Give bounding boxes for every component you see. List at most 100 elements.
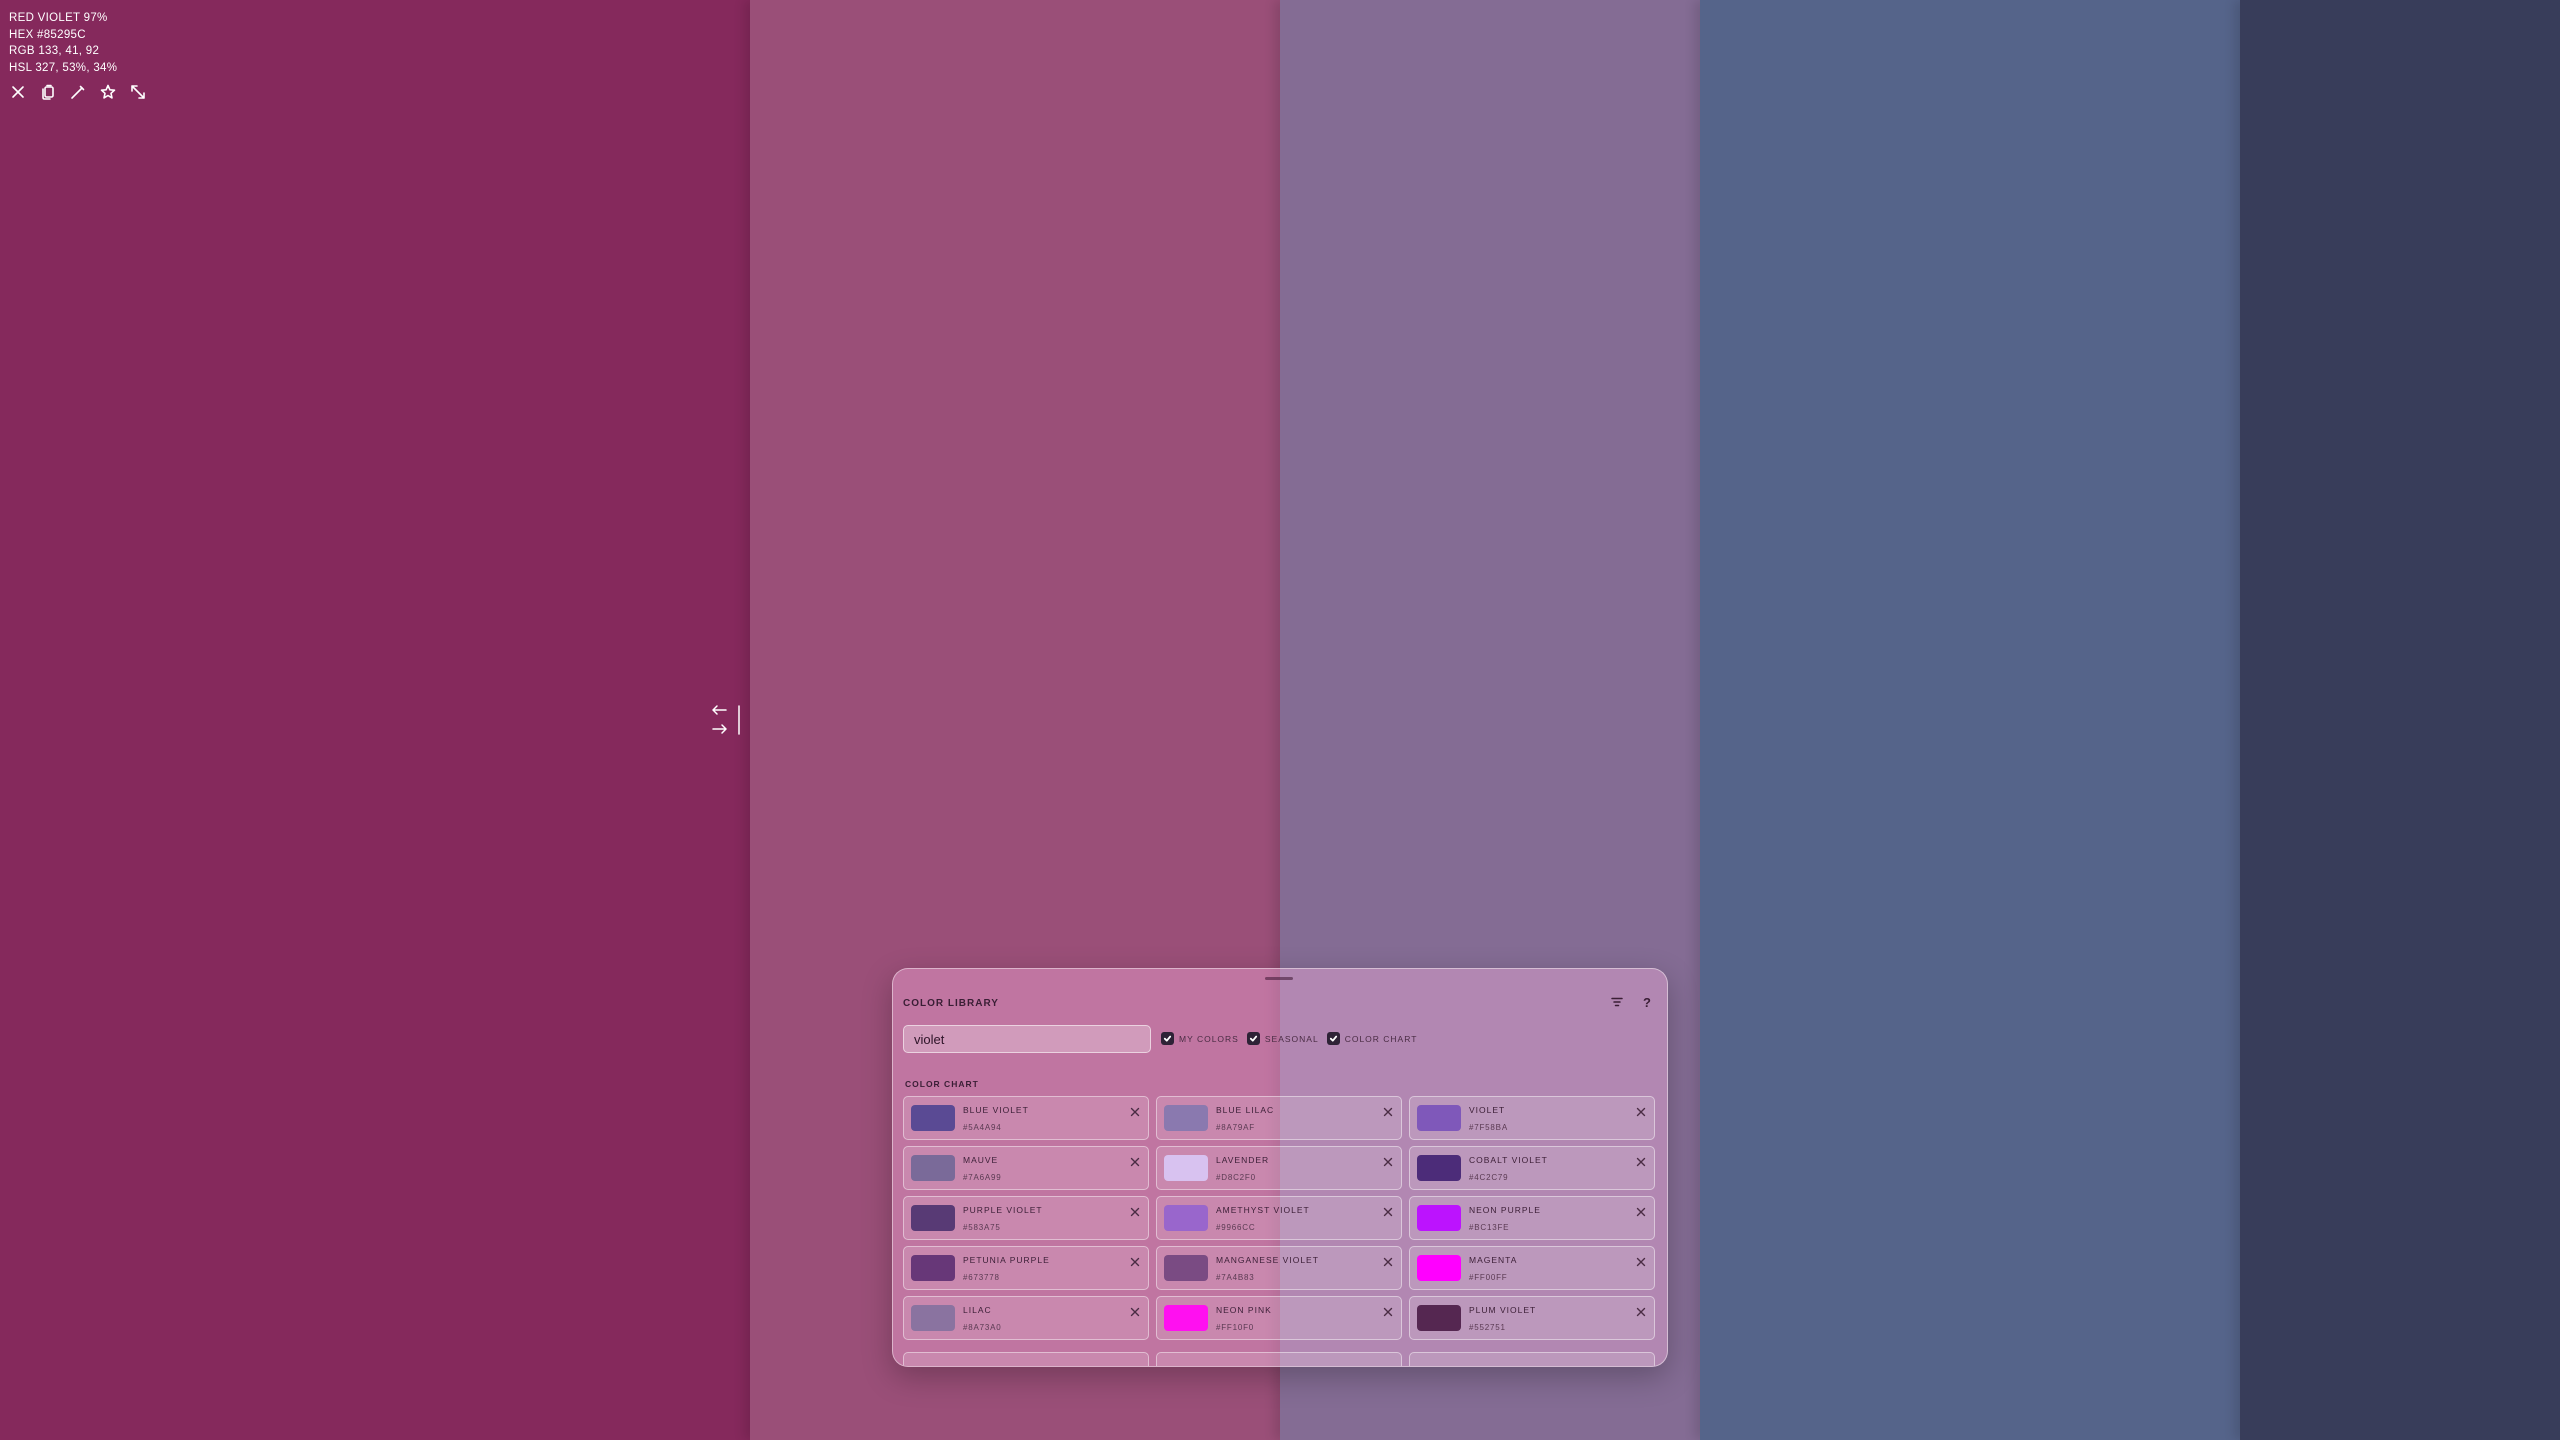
remove-color-button[interactable] xyxy=(1383,1304,1393,1317)
close-icon xyxy=(1636,1307,1646,1317)
color-swatch xyxy=(1417,1255,1461,1281)
background-color-panel[interactable] xyxy=(2240,0,2560,1440)
remove-color-button[interactable] xyxy=(1383,1204,1393,1217)
color-name: MAUVE xyxy=(963,1155,999,1165)
close-icon xyxy=(1130,1207,1140,1217)
color-card[interactable]: LAVENDER #D8C2F0 xyxy=(1156,1146,1402,1190)
close-button[interactable] xyxy=(9,82,27,102)
color-hex: #5A4A94 xyxy=(963,1123,1002,1132)
filter-checkbox[interactable]: COLOR CHART xyxy=(1326,1032,1418,1045)
close-icon xyxy=(1636,1257,1646,1267)
search-input[interactable] xyxy=(903,1025,1151,1053)
color-card[interactable]: LILAC #8A73A0 xyxy=(903,1296,1149,1340)
help-button[interactable]: ? xyxy=(1639,994,1655,1010)
remove-color-button[interactable] xyxy=(1383,1254,1393,1267)
close-icon xyxy=(1383,1107,1393,1117)
color-name: MANGANESE VIOLET xyxy=(1216,1255,1319,1265)
remove-color-button[interactable] xyxy=(1383,1104,1393,1117)
filter-button[interactable] xyxy=(1609,994,1625,1010)
color-card[interactable]: AMETHYST VIOLET #9966CC xyxy=(1156,1196,1402,1240)
hsl-line: HSL 327, 53%, 34% xyxy=(9,61,118,74)
color-name: PETUNIA PURPLE xyxy=(963,1255,1050,1265)
color-card[interactable]: COBALT VIOLET #4C2C79 xyxy=(1409,1146,1655,1190)
checkbox-checked-icon xyxy=(1326,1032,1340,1045)
color-swatch xyxy=(911,1255,955,1281)
color-swatch xyxy=(1417,1105,1461,1131)
color-name: COBALT VIOLET xyxy=(1469,1155,1548,1165)
remove-color-button[interactable] xyxy=(1636,1254,1646,1267)
remove-color-button[interactable] xyxy=(1636,1104,1646,1117)
color-card[interactable]: MAGENTA #FF00FF xyxy=(1409,1246,1655,1290)
help-icon: ? xyxy=(1643,994,1651,1010)
favorite-button[interactable] xyxy=(99,82,117,102)
color-hex: #7F58BA xyxy=(1469,1123,1508,1132)
drag-handle[interactable] xyxy=(1265,977,1293,980)
remove-color-button[interactable] xyxy=(1636,1154,1646,1167)
expand-icon xyxy=(131,85,145,99)
star-icon xyxy=(100,84,116,99)
checkbox-checked-icon xyxy=(1246,1032,1260,1045)
color-card-partial[interactable] xyxy=(903,1352,1149,1366)
color-name: MAGENTA xyxy=(1469,1255,1518,1265)
color-hex: #8A73A0 xyxy=(963,1323,1002,1332)
color-swatch xyxy=(1417,1305,1461,1331)
remove-color-button[interactable] xyxy=(1130,1254,1140,1267)
filter-icon xyxy=(1611,997,1623,1007)
color-card-partial[interactable] xyxy=(1409,1352,1655,1366)
close-icon xyxy=(1383,1157,1393,1167)
remove-color-button[interactable] xyxy=(1130,1104,1140,1117)
section-title: COLOR CHART xyxy=(905,1079,979,1089)
filter-options: MY COLORS SEASONAL COLOR CHART xyxy=(1161,1032,1419,1045)
color-name: PLUM VIOLET xyxy=(1469,1305,1537,1315)
color-card[interactable]: NEON PURPLE #BC13FE xyxy=(1409,1196,1655,1240)
remove-color-button[interactable] xyxy=(1636,1304,1646,1317)
filter-label: SEASONAL xyxy=(1264,1033,1319,1044)
color-hex: #D8C2F0 xyxy=(1216,1173,1256,1182)
close-icon xyxy=(1383,1257,1393,1267)
color-card-partial[interactable] xyxy=(1156,1352,1402,1366)
remove-color-button[interactable] xyxy=(1383,1154,1393,1167)
close-icon xyxy=(12,86,24,98)
filter-label: COLOR CHART xyxy=(1344,1033,1418,1044)
remove-color-button[interactable] xyxy=(1130,1204,1140,1217)
close-icon xyxy=(1636,1107,1646,1117)
color-card[interactable]: PETUNIA PURPLE #673778 xyxy=(903,1246,1149,1290)
filter-checkbox[interactable]: MY COLORS xyxy=(1161,1032,1239,1045)
close-icon xyxy=(1130,1307,1140,1317)
color-card[interactable]: NEON PINK #FF10F0 xyxy=(1156,1296,1402,1340)
color-name: BLUE LILAC xyxy=(1216,1105,1275,1115)
expand-button[interactable] xyxy=(129,82,147,102)
partial-row xyxy=(903,1352,1659,1366)
color-card[interactable]: VIOLET #7F58BA xyxy=(1409,1096,1655,1140)
remove-color-button[interactable] xyxy=(1636,1204,1646,1217)
close-icon xyxy=(1130,1257,1140,1267)
color-card[interactable]: BLUE LILAC #8A79AF xyxy=(1156,1096,1402,1140)
filter-checkbox[interactable]: SEASONAL xyxy=(1246,1032,1319,1045)
color-card[interactable]: MANGANESE VIOLET #7A4B83 xyxy=(1156,1246,1402,1290)
close-icon xyxy=(1383,1207,1393,1217)
eyedropper-button[interactable] xyxy=(69,82,87,102)
color-card[interactable]: PLUM VIOLET #552751 xyxy=(1409,1296,1655,1340)
color-info: RED VIOLET 97% HEX #85295C RGB 133, 41, … xyxy=(9,10,117,76)
copy-button[interactable] xyxy=(39,82,57,102)
color-hex: #583A75 xyxy=(963,1223,1001,1232)
color-hex: #BC13FE xyxy=(1469,1223,1510,1232)
remove-color-button[interactable] xyxy=(1130,1154,1140,1167)
color-hex: #4C2C79 xyxy=(1469,1173,1509,1182)
color-hex: #7A6A99 xyxy=(963,1173,1002,1182)
remove-color-button[interactable] xyxy=(1130,1304,1140,1317)
color-card[interactable]: PURPLE VIOLET #583A75 xyxy=(903,1196,1149,1240)
background-color-panel[interactable] xyxy=(1700,0,2240,1440)
color-swatch xyxy=(1164,1155,1208,1181)
color-swatch xyxy=(1164,1305,1208,1331)
copy-icon xyxy=(42,84,54,100)
hex-line: HEX #85295C xyxy=(9,28,86,41)
color-hex: #8A79AF xyxy=(1216,1123,1255,1132)
color-card[interactable]: BLUE VIOLET #5A4A94 xyxy=(903,1096,1149,1140)
color-swatch xyxy=(1164,1105,1208,1131)
color-card[interactable]: MAUVE #7A6A99 xyxy=(903,1146,1149,1190)
color-hex: #9966CC xyxy=(1216,1223,1256,1232)
panel-resize-handle[interactable] xyxy=(710,700,742,740)
color-swatch xyxy=(911,1105,955,1131)
background-color-panel[interactable] xyxy=(0,0,750,1440)
